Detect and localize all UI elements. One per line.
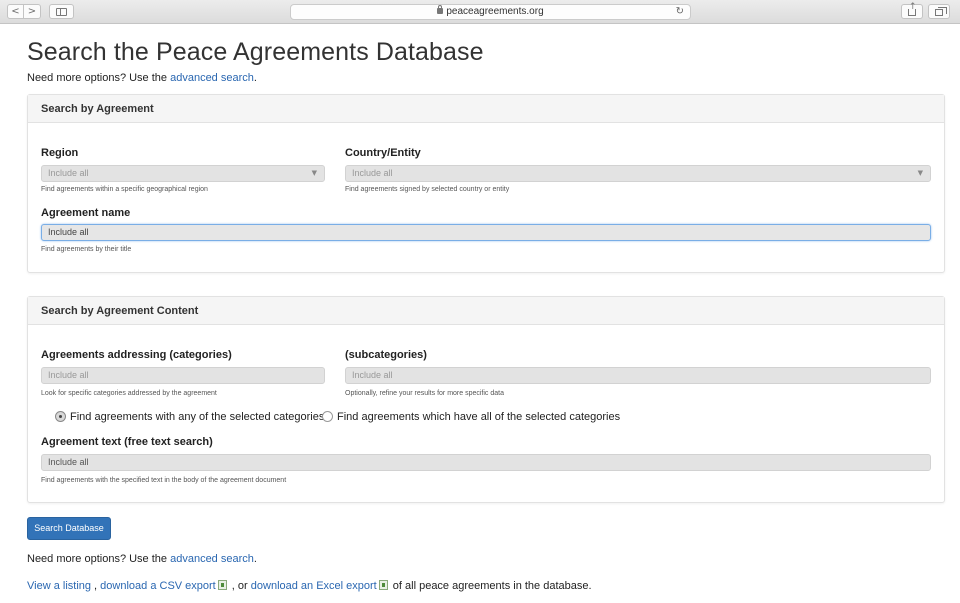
excel-file-icon — [378, 580, 388, 590]
address-bar[interactable]: peaceagreements.org ↻ — [290, 4, 691, 20]
categories-value: Include all — [48, 370, 89, 380]
export-tail: of all peace agreements in the database. — [389, 580, 592, 592]
chevron-down-icon: ▼ — [917, 169, 923, 177]
country-help: Find agreements signed by selected count… — [345, 186, 510, 193]
search-database-button[interactable]: Search Database — [27, 517, 111, 540]
subcategories-label: (subcategories) — [345, 349, 427, 361]
radio-any-button[interactable] — [55, 411, 66, 422]
tabs-button[interactable] — [928, 4, 950, 19]
subcategories-value: Include all — [352, 370, 393, 380]
forward-button[interactable]: > — [24, 4, 41, 19]
subcategories-select[interactable]: Include all — [345, 367, 931, 384]
content-search-panel: Search by Agreement Content Agreements a… — [27, 296, 945, 503]
more-options-text: Need more options? Use the advanced sear… — [27, 553, 257, 565]
sep-2: , or — [228, 580, 251, 592]
advanced-search-link-bottom[interactable]: advanced search — [170, 553, 254, 565]
text-search-help: Find agreements with the specified text … — [41, 477, 287, 484]
sidebar-toggle-button[interactable] — [49, 4, 74, 19]
region-select[interactable]: Include all ▼ — [41, 165, 325, 182]
intro-text: Need more options? Use the advanced sear… — [27, 72, 257, 84]
tabs-icon — [935, 7, 947, 16]
sidebar-icon — [56, 8, 67, 16]
panel-heading: Search by Agreement — [28, 95, 944, 123]
panel-heading: Search by Agreement Content — [28, 297, 944, 325]
excel-export-link[interactable]: download an Excel export — [251, 580, 377, 592]
agreement-name-value: Include all — [48, 227, 89, 237]
country-value: Include all — [352, 168, 393, 178]
more-prefix: Need more options? Use the — [27, 553, 171, 565]
share-icon — [908, 3, 917, 16]
radio-all-button[interactable] — [322, 411, 333, 422]
reload-icon[interactable]: ↻ — [676, 5, 684, 19]
url-text: peaceagreements.org — [446, 6, 544, 17]
agreement-name-label: Agreement name — [41, 207, 131, 219]
view-listing-link[interactable]: View a listing — [27, 580, 91, 592]
agreement-name-input[interactable]: Include all — [41, 224, 931, 241]
chevron-right-icon: > — [27, 6, 37, 17]
text-search-input[interactable]: Include all — [41, 454, 931, 471]
categories-help: Look for specific categories addressed b… — [41, 390, 217, 397]
agreement-search-panel: Search by Agreement Region Include all ▼… — [27, 94, 945, 273]
subcategories-help: Optionally, refine your results for more… — [345, 390, 504, 397]
chevron-down-icon: ▼ — [311, 169, 317, 177]
excel-file-icon — [217, 580, 227, 590]
categories-label: Agreements addressing (categories) — [41, 349, 232, 361]
sep-1: , — [91, 580, 101, 592]
browser-toolbar: < > peaceagreements.org ↻ — [0, 0, 960, 24]
radio-all-option[interactable]: Find agreements which have all of the se… — [322, 411, 620, 423]
csv-export-link[interactable]: download a CSV export — [100, 580, 216, 592]
categories-select[interactable]: Include all — [41, 367, 325, 384]
region-value: Include all — [48, 168, 89, 178]
chevron-left-icon: < — [11, 6, 20, 17]
radio-all-label: Find agreements which have all of the se… — [337, 411, 621, 423]
export-links-text: View a listing , download a CSV export ,… — [27, 580, 592, 592]
country-label: Country/Entity — [345, 147, 421, 159]
region-label: Region — [41, 147, 79, 159]
intro-suffix: . — [253, 72, 257, 84]
intro-prefix: Need more options? Use the — [27, 72, 171, 84]
country-select[interactable]: Include all ▼ — [345, 165, 931, 182]
more-suffix: . — [253, 553, 257, 565]
region-help: Find agreements within a specific geogra… — [41, 186, 208, 193]
radio-any-label: Find agreements with any of the selected… — [70, 411, 325, 423]
page-title: Search the Peace Agreements Database — [27, 38, 484, 66]
agreement-name-help: Find agreements by their title — [41, 246, 132, 253]
text-search-label: Agreement text (free text search) — [41, 436, 213, 448]
back-button[interactable]: < — [7, 4, 24, 19]
lock-icon — [437, 5, 444, 14]
radio-any-option[interactable]: Find agreements with any of the selected… — [55, 411, 324, 423]
text-search-value: Include all — [48, 457, 89, 467]
share-button[interactable] — [901, 3, 923, 19]
advanced-search-link[interactable]: advanced search — [170, 72, 254, 84]
